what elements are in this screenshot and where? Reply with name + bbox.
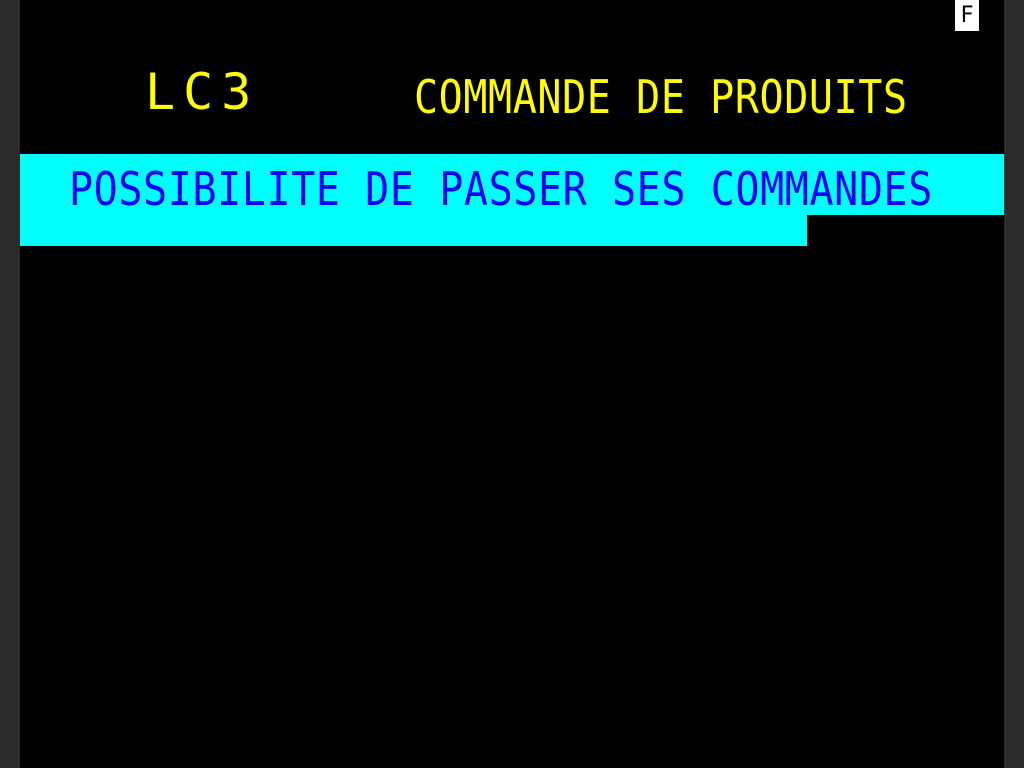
connection-status-indicator: F (955, 0, 979, 31)
page-title: COMMANDE DE PRODUITS (414, 71, 908, 125)
right-bezel (1004, 0, 1024, 768)
left-bezel (0, 0, 20, 768)
service-logo: LC3 (145, 63, 260, 121)
minitel-screen: F LC3 COMMANDE DE PRODUITS POSSIBILITE D… (20, 0, 1004, 768)
banner-message: POSSIBILITE DE PASSER SES COMMANDES (69, 163, 933, 217)
